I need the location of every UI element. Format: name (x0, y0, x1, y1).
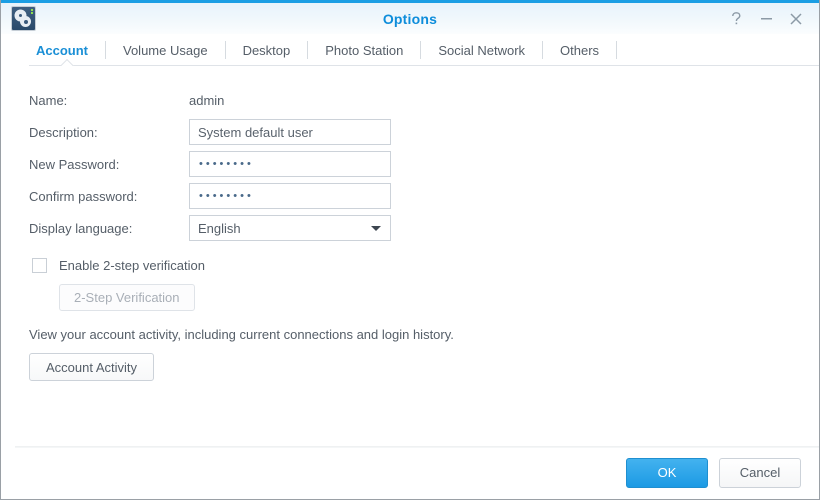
row-description: Description: (1, 116, 819, 148)
name-value: admin (189, 92, 225, 108)
tab-desktop[interactable]: Desktop (226, 34, 308, 66)
control-panel-gears-icon (11, 6, 36, 31)
new-password-input[interactable]: •••••••• (189, 151, 391, 177)
enable-2-step-verification-checkbox[interactable] (32, 257, 47, 273)
display-language-value: English (198, 220, 241, 236)
row-confirm-password: Confirm password: •••••••• (1, 180, 819, 212)
tab-others[interactable]: Others (543, 34, 616, 66)
help-icon[interactable] (721, 3, 751, 34)
enable-2-step-verification-label: Enable 2-step verification (59, 257, 205, 273)
chevron-down-icon (371, 226, 381, 231)
tab-label: Others (560, 42, 600, 58)
2-step-verification-button[interactable]: 2-Step Verification (59, 284, 195, 311)
tab-label: Photo Station (325, 42, 404, 58)
confirm-password-input[interactable]: •••••••• (189, 183, 391, 209)
account-settings-panel: Name: admin Description: New Password: •… (1, 66, 819, 446)
row-name: Name: admin (1, 84, 819, 116)
active-tab-pointer (61, 59, 74, 66)
tab-label: Volume Usage (123, 42, 208, 58)
row-display-language: Display language: English (1, 212, 819, 244)
description-label: Description: (29, 124, 98, 140)
window-controls (721, 3, 811, 34)
account-activity-button-wrap: Account Activity (1, 353, 819, 381)
row-two-step-checkbox: Enable 2-step verification (1, 250, 819, 280)
tab-bar: Account Volume Usage Desktop Photo Stati… (1, 34, 819, 66)
window-title: Options (382, 10, 438, 27)
tab-photo-station[interactable]: Photo Station (308, 34, 420, 66)
cancel-button[interactable]: Cancel (719, 457, 801, 488)
ok-button[interactable]: OK (626, 457, 708, 488)
name-label: Name: (29, 92, 68, 108)
title-bar[interactable]: Options (1, 3, 819, 34)
tab-volume-usage[interactable]: Volume Usage (106, 34, 225, 66)
minimize-icon[interactable] (751, 3, 781, 34)
account-activity-description: View your account activity, including cu… (29, 327, 454, 342)
two-step-button-wrap: 2-Step Verification (1, 284, 819, 311)
footer-divider (15, 446, 819, 448)
tab-social-network[interactable]: Social Network (421, 34, 542, 66)
dialog-footer: OK Cancel (1, 446, 819, 499)
description-input[interactable] (189, 119, 391, 145)
tab-label: Account (36, 42, 88, 58)
options-dialog-window: Options Account Volume Usage Desktop Pho… (0, 0, 820, 500)
tab-separator (616, 41, 618, 59)
display-language-select[interactable]: English (189, 215, 391, 241)
account-activity-button[interactable]: Account Activity (29, 353, 155, 381)
close-icon[interactable] (781, 3, 811, 34)
row-new-password: New Password: •••••••• (1, 148, 819, 180)
display-language-label: Display language: (29, 220, 133, 236)
confirm-password-label: Confirm password: (29, 188, 138, 204)
tab-label: Social Network (438, 42, 526, 58)
tab-label: Desktop (242, 42, 291, 58)
new-password-label: New Password: (29, 156, 120, 172)
